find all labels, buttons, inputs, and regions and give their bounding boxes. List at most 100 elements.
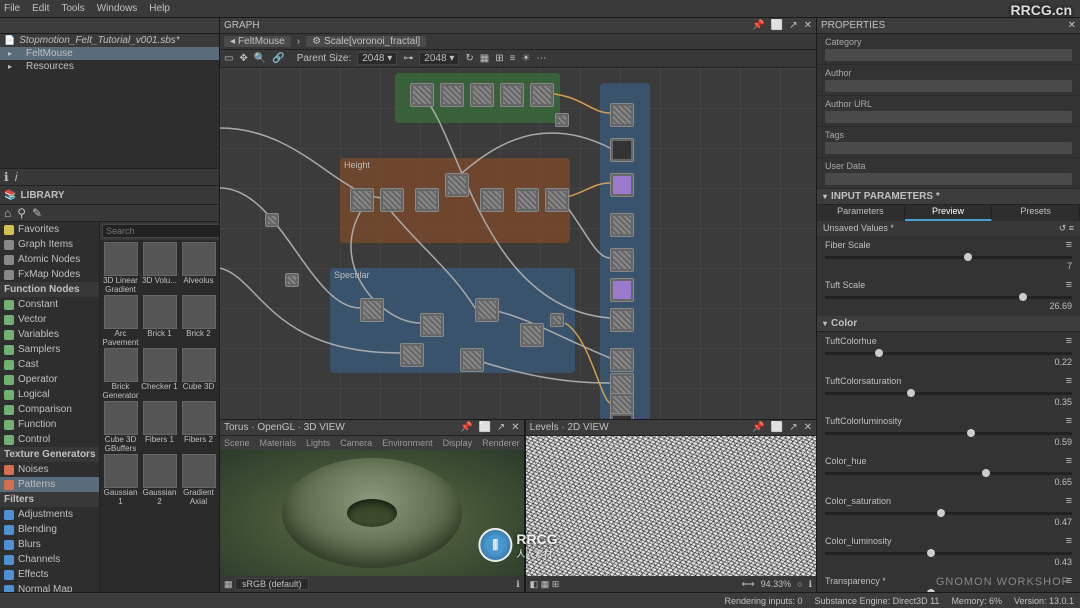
maximize-icon[interactable]: ⬜ (478, 422, 490, 433)
graph-node[interactable] (610, 138, 634, 162)
slider-menu-icon[interactable]: ≡ (1066, 415, 1072, 427)
tab-environment[interactable]: Environment (382, 438, 433, 448)
lib-category-channels[interactable]: Channels (0, 552, 99, 567)
lib-category-normal-map[interactable]: Normal Map (0, 582, 99, 592)
menu-edit[interactable]: Edit (32, 3, 49, 14)
slider-track[interactable] (825, 552, 1072, 555)
slider-menu-icon[interactable]: ≡ (1066, 535, 1072, 547)
lib-category-comparison[interactable]: Comparison (0, 402, 99, 417)
italic-icon[interactable]: 𝑖 (15, 170, 18, 185)
slider-menu-icon[interactable]: ≡ (1066, 239, 1072, 251)
tab-camera[interactable]: Camera (340, 438, 372, 448)
menu-windows[interactable]: Windows (97, 3, 138, 14)
lib-category-function-nodes[interactable]: Function Nodes (0, 282, 99, 297)
slider-track[interactable] (825, 512, 1072, 515)
prop-field[interactable] (825, 80, 1072, 92)
thumb-arc-pavement[interactable]: Arc Pavement (102, 295, 139, 346)
graph-node[interactable] (415, 188, 439, 212)
lib-category-constant[interactable]: Constant (0, 297, 99, 312)
slider-menu-icon[interactable]: ≡ (1066, 455, 1072, 467)
tab-materials[interactable]: Materials (260, 438, 297, 448)
close-icon[interactable]: ✕ (511, 422, 519, 433)
tab-preview[interactable]: Preview (905, 205, 993, 221)
lib-category-logical[interactable]: Logical (0, 387, 99, 402)
graph-node[interactable] (440, 83, 464, 107)
close-icon[interactable]: ✕ (804, 20, 812, 31)
lib-category-atomic-nodes[interactable]: Atomic Nodes (0, 252, 99, 267)
graph-node[interactable] (380, 188, 404, 212)
slider-knob[interactable] (964, 253, 972, 261)
view-2d-canvas[interactable] (526, 436, 816, 576)
slider-track[interactable] (825, 432, 1072, 435)
graph-node[interactable] (400, 343, 424, 367)
thumb-gradient-axial[interactable]: Gradient Axial (180, 454, 217, 505)
lib-category-operator[interactable]: Operator (0, 372, 99, 387)
breadcrumb-current[interactable]: ⚙ Scale[voronoi_fractal] (306, 36, 426, 47)
tile-icon[interactable]: ⊞ (552, 579, 560, 589)
tool-highlight-icon[interactable]: ☀ (521, 53, 530, 64)
slider-menu-icon[interactable]: ≡ (1066, 575, 1072, 587)
pin-icon[interactable]: 📌 (752, 422, 764, 433)
graph-node[interactable] (480, 188, 504, 212)
lib-category-vector[interactable]: Vector (0, 312, 99, 327)
maximize-icon[interactable]: ⬜ (771, 422, 783, 433)
parent-width-dropdown[interactable]: 2048 ▾ (357, 52, 397, 65)
thumb-alveolus[interactable]: Alveolus (180, 242, 217, 293)
center-icon[interactable]: ○ (797, 579, 802, 589)
lib-home-icon[interactable]: ⌂ (4, 206, 11, 220)
thumb-gaussian-1[interactable]: Gaussian 1 (102, 454, 139, 505)
explorer-filename[interactable]: Stopmotion_Felt_Tutorial_v001.sbs* (0, 34, 219, 47)
close-icon[interactable]: ✕ (1068, 20, 1076, 31)
graph-node[interactable] (460, 348, 484, 372)
thumb-3d-linear-gradient[interactable]: 3D Linear Gradient (102, 242, 139, 293)
graph-node[interactable] (610, 103, 634, 127)
graph-node[interactable] (610, 308, 634, 332)
graph-node[interactable] (610, 413, 634, 419)
tool-move-icon[interactable]: ✥ (239, 53, 247, 64)
graph-node[interactable] (545, 188, 569, 212)
colorspace-icon[interactable]: ▦ (224, 579, 233, 589)
slider-knob[interactable] (937, 509, 945, 517)
popout-icon[interactable]: ↗ (789, 20, 797, 31)
pin-icon[interactable]: 📌 (752, 20, 764, 31)
popout-icon[interactable]: ↗ (789, 422, 797, 433)
graph-node[interactable] (610, 248, 634, 272)
maximize-icon[interactable]: ⬜ (771, 20, 783, 31)
prop-field[interactable] (825, 111, 1072, 123)
thumb-gaussian-2[interactable]: Gaussian 2 (141, 454, 178, 505)
lib-category-function[interactable]: Function (0, 417, 99, 432)
tab-lights[interactable]: Lights (306, 438, 330, 448)
graph-node[interactable] (520, 323, 544, 347)
tool-refresh-icon[interactable]: ↻ (465, 53, 473, 64)
lib-category-graph-items[interactable]: Graph Items (0, 237, 99, 252)
graph-node[interactable] (420, 313, 444, 337)
slider-menu-icon[interactable]: ≡ (1066, 375, 1072, 387)
graph-node[interactable] (445, 173, 469, 197)
graph-node[interactable] (350, 188, 374, 212)
slider-track[interactable] (825, 472, 1072, 475)
tool-snap-icon[interactable]: ⊞ (495, 53, 503, 64)
info-icon[interactable]: ℹ (516, 579, 519, 589)
lib-category-texture-generators[interactable]: Texture Generators (0, 447, 99, 462)
menu-help[interactable]: Help (149, 3, 170, 14)
prop-field[interactable] (825, 173, 1072, 185)
lib-search-icon[interactable]: ⚲ (17, 206, 26, 220)
graph-node[interactable] (265, 213, 279, 227)
slider-knob[interactable] (1019, 293, 1027, 301)
thumb-fibers-2[interactable]: Fibers 2 (180, 401, 217, 452)
ruler-icon[interactable]: ⟷ (742, 579, 755, 590)
color-group-header[interactable]: Color (817, 316, 1080, 332)
graph-node[interactable] (515, 188, 539, 212)
lib-category-effects[interactable]: Effects (0, 567, 99, 582)
slider-knob[interactable] (927, 549, 935, 557)
graph-node[interactable] (610, 213, 634, 237)
lib-category-blurs[interactable]: Blurs (0, 537, 99, 552)
close-icon[interactable]: ✕ (804, 422, 812, 433)
lib-category-control[interactable]: Control (0, 432, 99, 447)
prop-field[interactable] (825, 49, 1072, 61)
graph-node[interactable] (610, 173, 634, 197)
tab-scene[interactable]: Scene (224, 438, 250, 448)
lib-category-fxmap-nodes[interactable]: FxMap Nodes (0, 267, 99, 282)
graph-node[interactable] (555, 113, 569, 127)
slider-knob[interactable] (907, 389, 915, 397)
